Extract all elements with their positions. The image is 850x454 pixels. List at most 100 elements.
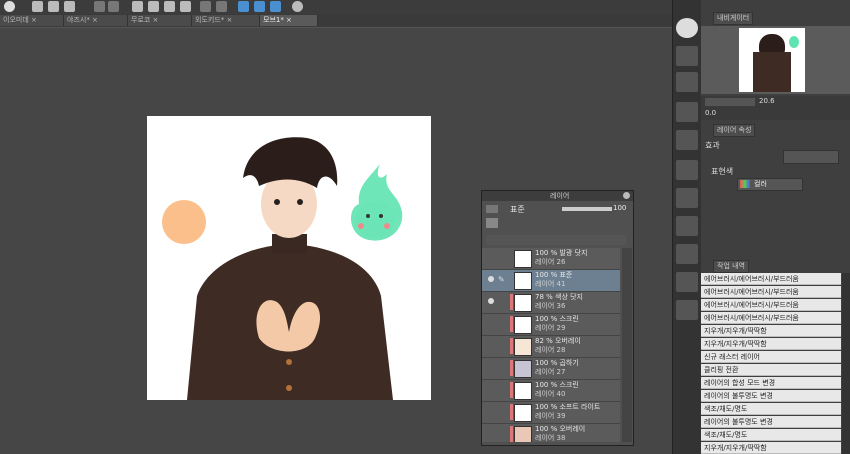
layer-thumbnail [514, 404, 532, 422]
history-item[interactable]: 레이어의 불투명도 변경 [701, 416, 841, 428]
blend-mode-select[interactable]: 표준 [510, 204, 525, 215]
history-item[interactable]: 레이어의 불투명도 변경 [701, 390, 841, 402]
panel-icon[interactable] [676, 160, 698, 180]
help-icon[interactable] [292, 1, 303, 12]
panel-icon[interactable] [676, 130, 698, 150]
tab-label: 레이어 속성 [717, 126, 752, 134]
layer-row[interactable]: 82 % 오버레이 레이어 28 [482, 336, 620, 358]
opacity-value[interactable]: 100 [613, 204, 626, 212]
undo-icon[interactable] [94, 1, 105, 12]
panel-icon[interactable] [676, 188, 698, 208]
open-file-icon[interactable] [48, 1, 59, 12]
clipping-tag [510, 404, 513, 420]
clipping-tag [510, 294, 513, 310]
layer-row[interactable]: 100 % 스크린 레이어 29 [482, 314, 620, 336]
layer-row[interactable]: 100 % 곱하기 레이어 27 [482, 358, 620, 380]
tab-document-1[interactable]: 이오미데 × [0, 15, 64, 26]
selection-icon[interactable] [132, 1, 143, 12]
tab-label: 무로코 × [131, 16, 159, 24]
thumbnail-ghost [789, 36, 799, 48]
eye-icon[interactable] [488, 298, 494, 304]
layer-thumbnail [514, 382, 532, 400]
layer-thumbnail [514, 272, 532, 290]
layer-row[interactable]: 100 % 스크린 레이어 40 [482, 380, 620, 402]
fill-icon[interactable] [164, 1, 175, 12]
layer-panel-titlebar[interactable]: 레이어 [482, 191, 633, 201]
layer-row[interactable]: ✎ 100 % 표준 레이어 41 [482, 270, 620, 292]
tab-document-3[interactable]: 무로코 × [128, 15, 192, 26]
search-icon[interactable] [676, 18, 698, 38]
layer-row[interactable]: 100 % 오버레이 레이어 38 [482, 424, 620, 442]
panel-icon[interactable] [676, 102, 698, 122]
layer-mode-text: 100 % 표준 [535, 271, 573, 279]
flip-vertical-icon[interactable] [270, 1, 281, 12]
redo-icon[interactable] [108, 1, 119, 12]
drawing-canvas[interactable] [147, 116, 431, 400]
history-scrollbar[interactable] [842, 273, 850, 454]
panel-icon[interactable] [676, 72, 698, 92]
panel-icon[interactable] [676, 46, 698, 66]
tab-document-4[interactable]: 외도키드* × [192, 15, 260, 26]
crop-icon[interactable] [148, 1, 159, 12]
layer-tools-row[interactable] [486, 235, 626, 245]
history-item[interactable]: 지우개/지우개/딱딱함 [701, 338, 841, 350]
zoom-value[interactable]: 20.6 [759, 97, 775, 105]
history-item[interactable]: 에어브러시/에어브러시/부드러움 [701, 299, 841, 311]
history-item[interactable]: 지우개/지우개/딱딱함 [701, 442, 841, 454]
layer-row[interactable]: 100 % 소프트 라이트 레이어 39 [482, 402, 620, 424]
opacity-slider[interactable] [562, 207, 612, 211]
layer-name: 레이어 27 [535, 368, 566, 376]
layer-mode-text: 100 % 발광 닷지 [535, 249, 588, 257]
save-icon[interactable] [64, 1, 75, 12]
expression-color-select[interactable]: 컬러 [737, 178, 803, 191]
tab-document-5[interactable]: 모브1* × [260, 15, 318, 26]
history-item[interactable]: 클리핑 전환 [701, 364, 841, 376]
history-item[interactable]: 에어브러시/에어브러시/부드러움 [701, 286, 841, 298]
panel-icon[interactable] [676, 300, 698, 320]
history-item[interactable]: 에어브러시/에어브러시/부드러움 [701, 273, 841, 285]
history-item[interactable]: 에어브러시/에어브러시/부드러움 [701, 312, 841, 324]
tab-label: 모브1* × [263, 16, 292, 24]
thumbnail-figure [753, 52, 791, 92]
tab-label: 이오미데 × [3, 16, 37, 24]
layer-color-icon[interactable] [486, 218, 498, 228]
panel-icon[interactable] [676, 216, 698, 236]
layer-mode-text: 100 % 스크린 [535, 315, 579, 323]
layer-thumbnail [514, 250, 532, 268]
flip-horizontal-icon[interactable] [238, 1, 249, 12]
tab-label: 작업 내역 [717, 262, 745, 270]
clipping-tag [510, 316, 513, 332]
tab-history[interactable]: 작업 내역 [713, 260, 749, 273]
zoom-slider[interactable] [705, 98, 755, 106]
rotation-value[interactable]: 0.0 [705, 109, 716, 117]
transform-icon[interactable] [180, 1, 191, 12]
new-file-icon[interactable] [32, 1, 43, 12]
main-toolbar [0, 0, 672, 15]
history-item[interactable]: 색조/채도/명도 [701, 429, 841, 441]
right-panel-dock: 내비게이터 20.6 0.0 레이어 속성 효과 표현색 컬러 작업 내역 에어… [701, 0, 850, 454]
ruler-icon[interactable] [216, 1, 227, 12]
panel-icon[interactable] [676, 272, 698, 292]
layer-thumbnail [514, 338, 532, 356]
layer-mode-text: 82 % 오버레이 [535, 337, 581, 345]
layer-row[interactable]: 78 % 색상 닷지 레이어 36 [482, 292, 620, 314]
navigator-preview[interactable] [701, 26, 850, 94]
history-item[interactable]: 색조/채도/명도 [701, 403, 841, 415]
tab-navigator[interactable]: 내비게이터 [713, 12, 754, 25]
close-icon[interactable] [623, 192, 630, 199]
clear-icon[interactable] [200, 1, 211, 12]
panel-icon[interactable] [676, 244, 698, 264]
layer-mode-text: 78 % 색상 닷지 [535, 293, 583, 301]
tab-document-2[interactable]: 야즈시* × [64, 15, 128, 26]
app-logo-icon[interactable] [4, 1, 15, 12]
eye-icon[interactable] [488, 276, 494, 282]
layer-scrollbar[interactable] [622, 248, 632, 442]
rotate-icon[interactable] [254, 1, 265, 12]
tab-layer-property[interactable]: 레이어 속성 [713, 124, 756, 137]
layer-row[interactable]: 100 % 발광 닷지 레이어 26 [482, 248, 620, 270]
history-item[interactable]: 레이어의 합성 모드 변경 [701, 377, 841, 389]
history-item[interactable]: 지우개/지우개/딱딱함 [701, 325, 841, 337]
layer-name: 레이어 26 [535, 258, 566, 266]
history-item[interactable]: 신규 래스터 레이어 [701, 351, 841, 363]
effect-buttons[interactable] [783, 150, 839, 164]
